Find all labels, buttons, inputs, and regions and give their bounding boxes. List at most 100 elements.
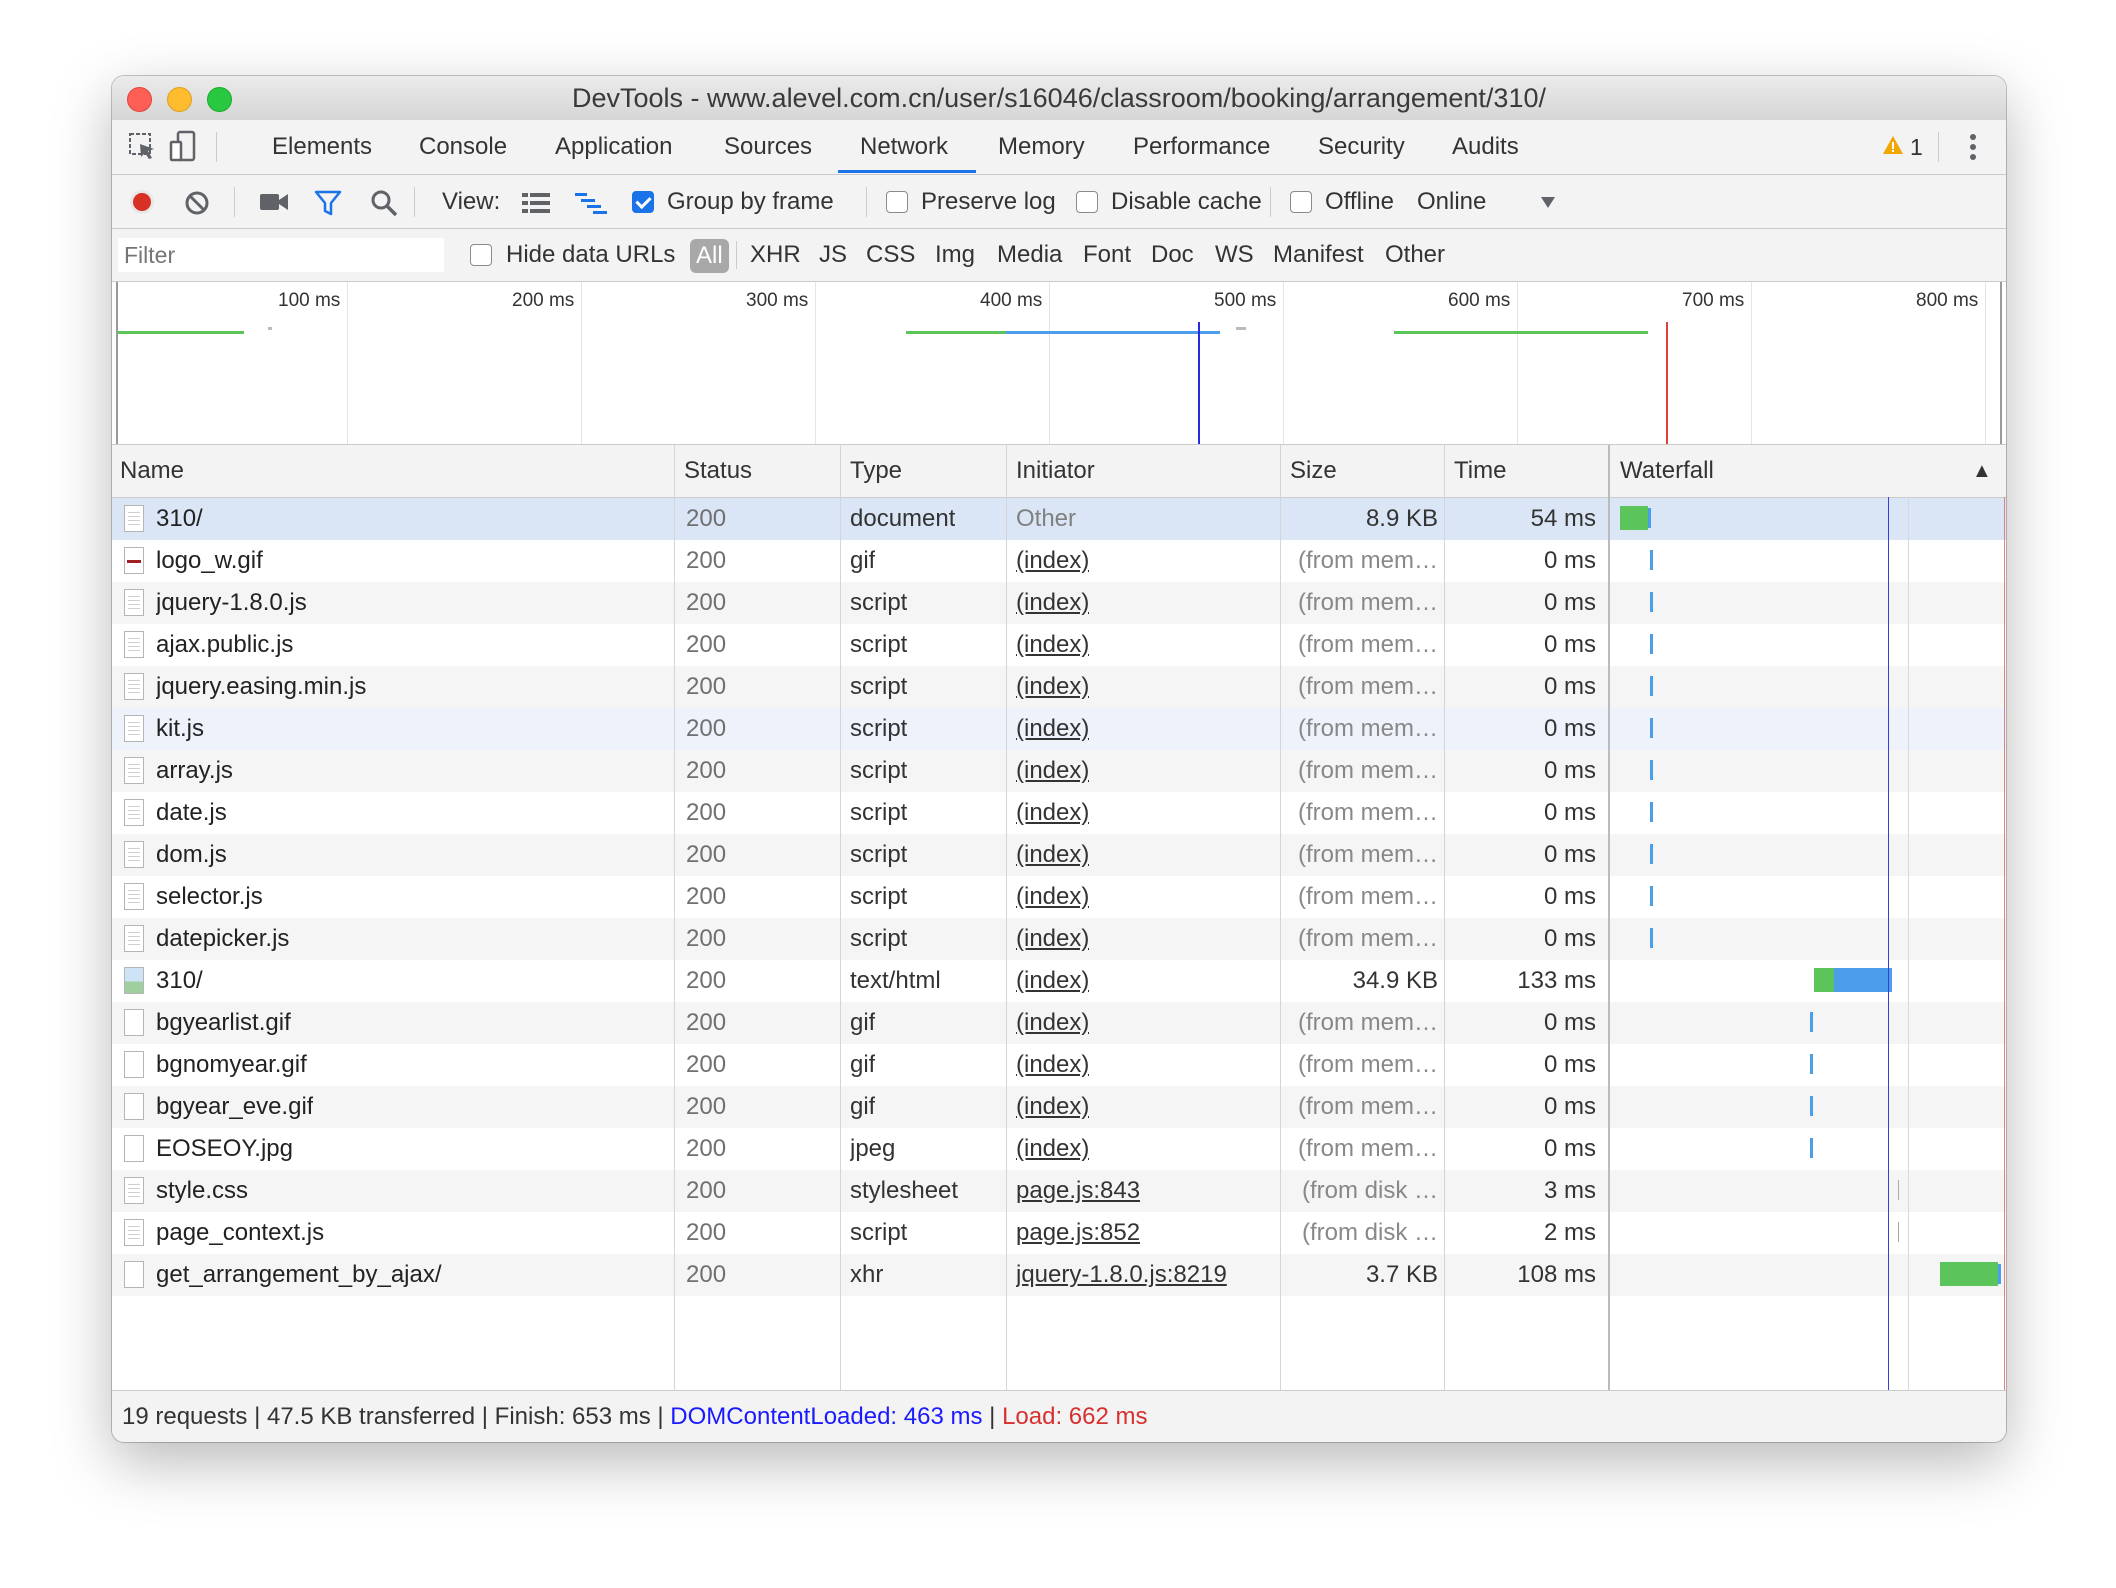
request-status: 200: [686, 925, 727, 952]
filter-type-js[interactable]: JS: [819, 229, 847, 281]
request-initiator[interactable]: (index): [1016, 540, 1089, 582]
offline-label[interactable]: Offline: [1325, 175, 1394, 228]
waterfall-bar: [1898, 1180, 1899, 1200]
filter-type-manifest[interactable]: Manifest: [1273, 229, 1364, 281]
disable-cache-label[interactable]: Disable cache: [1111, 175, 1262, 228]
request-initiator[interactable]: (index): [1016, 708, 1089, 750]
waterfall-view-icon[interactable]: [575, 192, 607, 214]
record-icon[interactable]: [129, 189, 155, 215]
table-row[interactable]: page_context.js 200 script page.js:852 (from…: [112, 1212, 2006, 1254]
more-options-icon[interactable]: [1969, 132, 1977, 162]
request-initiator[interactable]: (index): [1016, 834, 1089, 876]
hide-data-urls-label[interactable]: Hide data URLs: [506, 229, 675, 281]
sort-ascending-icon[interactable]: ▲: [1964, 445, 1992, 497]
filter-type-media[interactable]: Media: [997, 229, 1062, 281]
filter-input[interactable]: [118, 238, 444, 272]
group-by-frame-label[interactable]: Group by frame: [667, 175, 834, 228]
request-initiator[interactable]: page.js:852: [1016, 1212, 1140, 1254]
table-row[interactable]: logo_w.gif 200 gif (index) (from mem… 0 ms: [112, 540, 2006, 582]
request-initiator[interactable]: (index): [1016, 792, 1089, 834]
filter-type-all[interactable]: All: [690, 239, 729, 273]
group-by-frame-checkbox[interactable]: [632, 191, 654, 213]
filter-type-ws[interactable]: WS: [1215, 229, 1254, 281]
request-initiator[interactable]: (index): [1016, 1086, 1089, 1128]
table-row[interactable]: date.js 200 script (index) (from mem… 0 ms: [112, 792, 2006, 834]
table-row[interactable]: bgnomyear.gif 200 gif (index) (from mem… 0 ms: [112, 1044, 2006, 1086]
request-initiator[interactable]: page.js:843: [1016, 1170, 1140, 1212]
toolbar-separator: [1270, 187, 1271, 217]
table-row[interactable]: get_arrangement_by_ajax/200 xhr jquery-1.8…: [112, 1254, 2006, 1296]
throttling-select[interactable]: Online: [1417, 175, 1486, 228]
tab-console[interactable]: Console: [419, 120, 507, 174]
tab-sources[interactable]: Sources: [724, 120, 812, 174]
request-initiator[interactable]: (index): [1016, 960, 1089, 1002]
chevron-down-icon[interactable]: [1540, 195, 1556, 209]
tab-elements[interactable]: Elements: [272, 120, 372, 174]
table-row[interactable]: dom.js 200 script (index) (from mem… 0 ms: [112, 834, 2006, 876]
table-row[interactable]: selector.js 200 script (index) (from mem… 0 m…: [112, 876, 2006, 918]
table-row[interactable]: kit.js 200 script (index) (from mem… 0 ms: [112, 708, 2006, 750]
tab-audits[interactable]: Audits: [1452, 120, 1519, 174]
column-header-name[interactable]: Name: [112, 445, 184, 497]
tab-performance[interactable]: Performance: [1133, 120, 1270, 174]
filter-type-font[interactable]: Font: [1083, 229, 1131, 281]
overview-gridline: [1283, 282, 1284, 444]
column-header-initiator[interactable]: Initiator: [1008, 445, 1095, 497]
table-row[interactable]: 310/200 text/html (index) 34.9 KB 133 ms: [112, 960, 2006, 1002]
overview-left-handle[interactable]: [116, 282, 118, 444]
file-icon: [124, 505, 144, 532]
filter-type-other[interactable]: Other: [1385, 229, 1445, 281]
filter-icon[interactable]: [314, 189, 342, 217]
column-header-status[interactable]: Status: [676, 445, 752, 497]
request-initiator[interactable]: (index): [1016, 1044, 1089, 1086]
timeline-overview[interactable]: 100 ms 200 ms 300 ms 400 ms 500 ms 600 m…: [112, 282, 2006, 445]
inspect-element-icon[interactable]: [128, 132, 158, 162]
request-initiator[interactable]: (index): [1016, 1002, 1089, 1044]
request-initiator[interactable]: (index): [1016, 1128, 1089, 1170]
request-initiator[interactable]: (index): [1016, 666, 1089, 708]
filter-type-doc[interactable]: Doc: [1151, 229, 1194, 281]
hide-data-urls-checkbox[interactable]: [470, 244, 492, 266]
request-initiator[interactable]: (index): [1016, 918, 1089, 960]
offline-checkbox[interactable]: [1290, 191, 1312, 213]
preserve-log-checkbox[interactable]: [886, 191, 908, 213]
table-row[interactable]: 310/200 document Other 8.9 KB 54 ms: [112, 498, 2006, 540]
table-row[interactable]: ajax.public.js 200 script (index) (from mem……: [112, 624, 2006, 666]
request-initiator[interactable]: (index): [1016, 582, 1089, 624]
preserve-log-label[interactable]: Preserve log: [921, 175, 1056, 228]
table-row[interactable]: datepicker.js 200 script (index) (from mem… 0…: [112, 918, 2006, 960]
filter-type-img[interactable]: Img: [935, 229, 975, 281]
column-header-time[interactable]: Time: [1446, 445, 1506, 497]
warning-icon[interactable]: [1882, 134, 1904, 156]
search-icon[interactable]: [370, 189, 398, 217]
column-header-waterfall[interactable]: Waterfall: [1612, 445, 1714, 497]
table-row[interactable]: array.js 200 script (index) (from mem… 0 ms: [112, 750, 2006, 792]
waterfall-bar: [1650, 550, 1653, 570]
tab-network[interactable]: Network: [860, 120, 948, 174]
disable-cache-checkbox[interactable]: [1076, 191, 1098, 213]
column-header-type[interactable]: Type: [842, 445, 902, 497]
request-initiator[interactable]: (index): [1016, 624, 1089, 666]
filter-type-css[interactable]: CSS: [866, 229, 915, 281]
tab-security[interactable]: Security: [1318, 120, 1405, 174]
large-rows-icon[interactable]: [522, 192, 550, 214]
table-row[interactable]: jquery.easing.min.js 200 script (index) (fro…: [112, 666, 2006, 708]
warning-count[interactable]: 1: [1910, 120, 1923, 174]
filter-type-xhr[interactable]: XHR: [750, 229, 801, 281]
clear-icon[interactable]: [184, 190, 210, 216]
request-initiator[interactable]: (index): [1016, 750, 1089, 792]
request-initiator[interactable]: (index): [1016, 876, 1089, 918]
waterfall-bar: [1650, 634, 1653, 654]
overview-right-handle[interactable]: [2000, 282, 2002, 444]
request-initiator[interactable]: jquery-1.8.0.js:8219: [1016, 1254, 1227, 1296]
tab-application[interactable]: Application: [555, 120, 672, 174]
table-row[interactable]: style.css 200 stylesheet page.js:843 (from d…: [112, 1170, 2006, 1212]
table-row[interactable]: bgyear_eve.gif 200 gif (index) (from mem… 0 m…: [112, 1086, 2006, 1128]
table-row[interactable]: bgyearlist.gif 200 gif (index) (from mem… 0 m…: [112, 1002, 2006, 1044]
screenshot-video-icon[interactable]: [259, 191, 289, 213]
table-row[interactable]: EOSEOY.jpg 200 jpeg (index) (from mem… 0 ms: [112, 1128, 2006, 1170]
table-row[interactable]: jquery-1.8.0.js 200 script (index) (from mem…: [112, 582, 2006, 624]
column-header-size[interactable]: Size: [1282, 445, 1337, 497]
tab-memory[interactable]: Memory: [998, 120, 1085, 174]
device-toolbar-icon[interactable]: [168, 130, 198, 164]
